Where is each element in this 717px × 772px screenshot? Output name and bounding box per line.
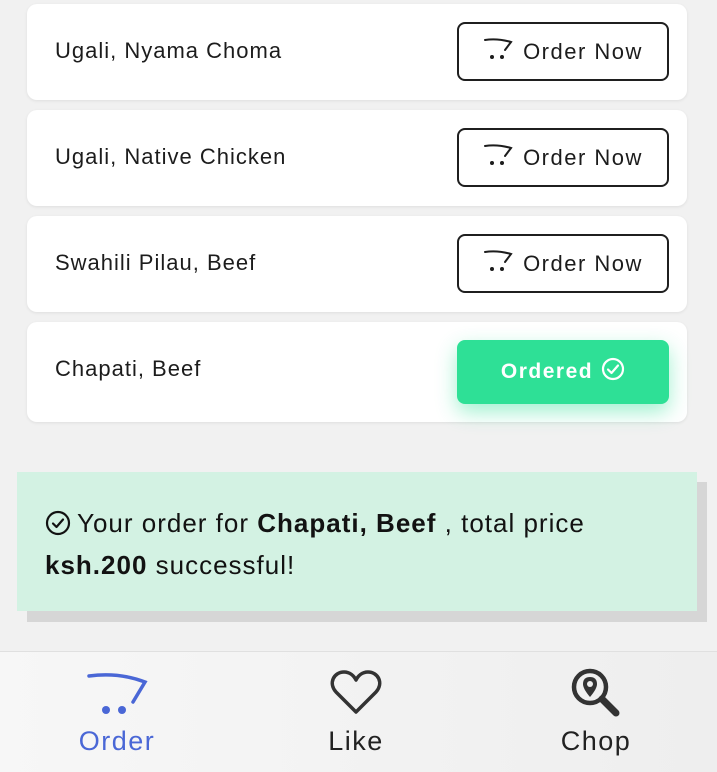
nav-item-chop[interactable]: Chop	[516, 668, 676, 768]
menu-item-name: Swahili Pilau, Beef	[55, 250, 257, 275]
location-search-icon	[570, 668, 622, 718]
order-now-button[interactable]: Order Now	[457, 234, 669, 293]
alert-price: ksh.200	[45, 550, 148, 580]
nav-label-like: Like	[328, 726, 384, 756]
alert-middle: , total price	[444, 508, 585, 538]
order-now-button[interactable]: Order Now	[457, 128, 669, 187]
order-success-alert: Your order for Chapati, Beef , total pri…	[17, 472, 697, 611]
alert-prefix: Your order for	[77, 508, 250, 538]
nav-label-chop: Chop	[560, 726, 632, 756]
menu-card: Ugali, Nyama Choma Order Now	[27, 4, 687, 100]
nav-item-order[interactable]: Order	[37, 668, 197, 768]
cart-icon	[483, 142, 515, 174]
ordered-label: Ordered	[500, 360, 594, 383]
menu-item-name: Chapati, Beef	[55, 356, 202, 381]
order-now-button[interactable]: Order Now	[457, 22, 669, 81]
menu-card: Swahili Pilau, Beef Order Now	[27, 216, 687, 312]
order-page: Ugali, Nyama Choma Order Now Ugali, Nati…	[0, 0, 717, 772]
cart-icon	[483, 36, 515, 68]
menu-card: Ugali, Native Chicken Order Now	[27, 110, 687, 206]
menu-item-name: Ugali, Native Chicken	[55, 144, 287, 169]
order-now-label: Order Now	[523, 250, 643, 276]
nav-item-like[interactable]: Like	[276, 668, 436, 768]
alert-suffix: successful!	[155, 550, 296, 580]
cart-icon	[85, 668, 149, 718]
check-circle-icon	[601, 357, 625, 387]
heart-icon	[330, 668, 382, 718]
cart-icon	[483, 248, 515, 280]
order-now-label: Order Now	[523, 144, 643, 170]
ordered-button[interactable]: Ordered	[457, 340, 669, 404]
check-circle-icon	[45, 508, 77, 538]
order-now-label: Order Now	[523, 38, 643, 64]
alert-item-name: Chapati, Beef	[257, 508, 437, 538]
nav-label-order: Order	[78, 726, 156, 756]
menu-card: Chapati, Beef Ordered	[27, 322, 687, 422]
bottom-navigation: Order Like Chop	[0, 651, 717, 772]
menu-item-name: Ugali, Nyama Choma	[55, 38, 283, 63]
